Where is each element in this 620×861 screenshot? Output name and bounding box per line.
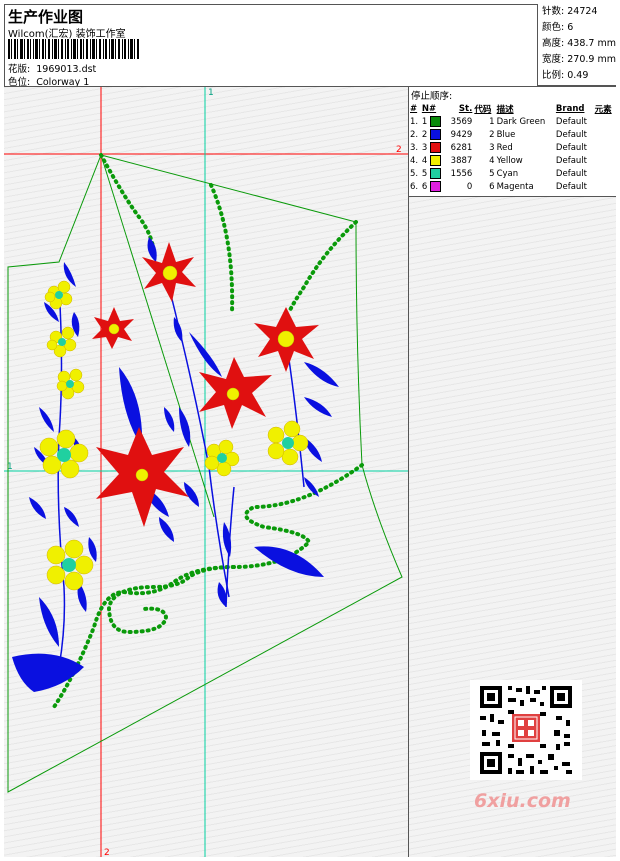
- row-description: Dark Green: [496, 116, 546, 127]
- row-code: 6: [489, 181, 495, 192]
- row-brand: Default: [555, 116, 587, 127]
- row-stitches: 1556: [450, 168, 473, 179]
- col-element: 元素: [594, 104, 612, 115]
- stop-sequence-title: 停止顺序:: [411, 91, 453, 102]
- design-preview: 1 2 1 2: [4, 87, 408, 857]
- guide-label-top: 1: [208, 88, 214, 98]
- col-code: 代码: [474, 104, 492, 115]
- stat-scale: 比例: 0.49: [542, 70, 589, 81]
- row-index: 5.: [410, 168, 419, 179]
- row-index: 1.: [410, 116, 419, 127]
- row-needle: 3: [421, 141, 446, 154]
- color-swatch-icon: [429, 181, 441, 192]
- stat-width: 宽度: 270.9 mm: [542, 54, 616, 65]
- row-description: Blue: [496, 129, 516, 140]
- row-description: Cyan: [496, 168, 519, 179]
- col-description: 描述: [496, 104, 514, 115]
- table-row: 2. 2 9429 2 Blue Default: [409, 128, 616, 141]
- row-needle: 1: [421, 115, 446, 128]
- design-stats-box: 针数: 24724 颜色: 6 高度: 438.7 mm 宽度: 270.9 m…: [537, 4, 616, 86]
- color-swatch-icon: [429, 116, 441, 127]
- table-row: 4. 4 3887 4 Yellow Default: [409, 154, 616, 167]
- table-row: 3. 3 6281 3 Red Default: [409, 141, 616, 154]
- color-swatch-icon: [429, 129, 441, 140]
- stop-sequence-table-box: 停止顺序: # N# St. 代码 描述 Brand 元素 1. 1 3569 1 D…: [409, 87, 616, 197]
- row-code: 1: [489, 116, 495, 127]
- row-brand: Default: [555, 129, 587, 140]
- table-row: 5. 5 1556 5 Cyan Default: [409, 167, 616, 180]
- guide-label-bottom: 2: [104, 848, 110, 857]
- guide-label-right: 2: [396, 145, 402, 155]
- row-description: Yellow: [496, 155, 523, 166]
- table-header-row: # N# St. 代码 描述 Brand 元素: [409, 102, 616, 115]
- barcode-icon: [8, 39, 139, 59]
- page-title: 生产作业图: [8, 8, 84, 26]
- row-stitches: 3569: [450, 116, 473, 127]
- row-element: [594, 115, 616, 128]
- row-element: [594, 128, 616, 141]
- row-element: [594, 167, 616, 180]
- row-stitches: 6281: [450, 142, 473, 153]
- row-description: Magenta: [496, 181, 534, 192]
- row-needle: 6: [421, 180, 446, 193]
- row-code: 5: [489, 168, 495, 179]
- watermark-logo: 6xiu.com: [474, 790, 571, 812]
- row-index: 3.: [410, 142, 419, 153]
- row-stitches: 9429: [450, 129, 473, 140]
- seal-stamp-icon: [512, 714, 540, 742]
- color-swatch-icon: [429, 155, 441, 166]
- row-index: 4.: [410, 155, 419, 166]
- stat-height: 高度: 438.7 mm: [542, 38, 616, 49]
- row-element: [594, 141, 616, 154]
- table-row: 1. 1 3569 1 Dark Green Default: [409, 115, 616, 128]
- row-stitches: 3887: [450, 155, 473, 166]
- col-brand: Brand: [555, 103, 585, 114]
- row-element: [594, 180, 616, 193]
- row-code: 3: [489, 142, 495, 153]
- color-swatch-icon: [429, 142, 441, 153]
- row-code: 4: [489, 155, 495, 166]
- row-brand: Default: [555, 155, 587, 166]
- company-name: Wilcom(汇宏) 装饰工作室: [8, 29, 126, 40]
- row-brand: Default: [555, 181, 587, 192]
- row-index: 6.: [410, 181, 419, 192]
- row-code: 2: [489, 129, 495, 140]
- stat-stitches: 针数: 24724: [542, 6, 598, 17]
- row-needle: 5: [421, 167, 446, 180]
- col-index: #: [410, 103, 418, 114]
- qr-code-icon: [470, 680, 582, 780]
- row-brand: Default: [555, 142, 587, 153]
- row-element: [594, 154, 616, 167]
- stop-sequence-rows: 1. 1 3569 1 Dark Green Default 2. 2 9429 2 Blue D…: [409, 115, 616, 193]
- stop-sequence-table: # N# St. 代码 描述 Brand 元素 1. 1 3569 1 Dark Gr…: [409, 102, 616, 193]
- design-file-row: 花版: 1969013.dst: [8, 61, 96, 75]
- row-needle: 4: [421, 154, 446, 167]
- row-description: Red: [496, 142, 513, 153]
- row-brand: Default: [555, 168, 587, 179]
- cyan-flower-centers: [55, 291, 294, 572]
- row-stitches: 0: [466, 181, 473, 192]
- table-row: 6. 6 0 6 Magenta Default: [409, 180, 616, 193]
- row-needle: 2: [421, 128, 446, 141]
- row-index: 2.: [410, 129, 419, 140]
- col-needle: N#: [421, 103, 437, 114]
- embroidery-preview-svg: 1 2 1 2: [4, 87, 408, 857]
- stat-colors: 颜色: 6: [542, 22, 574, 33]
- color-swatch-icon: [429, 168, 441, 179]
- col-stitches: St.: [458, 103, 473, 114]
